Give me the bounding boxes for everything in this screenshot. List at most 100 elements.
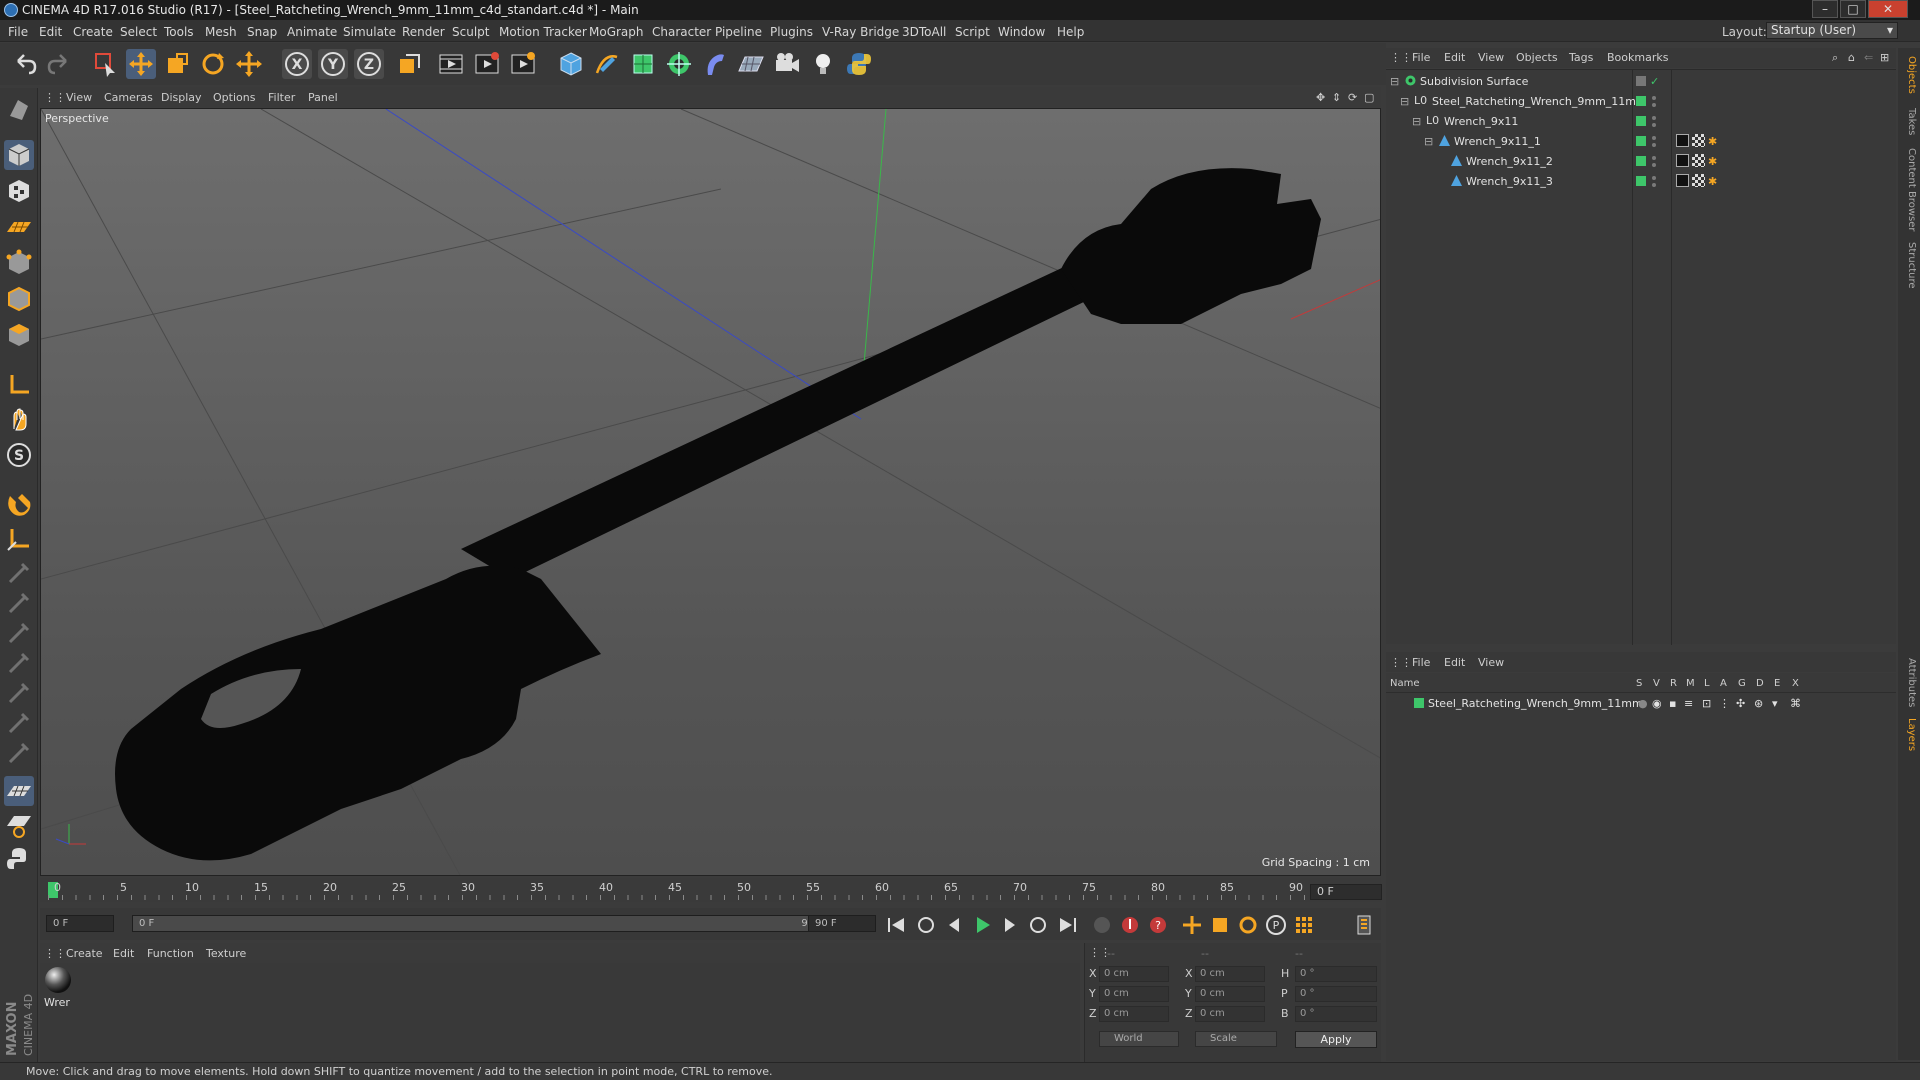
viewport-zoom-icon[interactable]: ⇕ — [1332, 91, 1341, 104]
tab-content-browser[interactable]: Content Browser — [1901, 148, 1917, 231]
python-script-icon[interactable] — [4, 844, 34, 874]
pos-y-field[interactable]: 0 cm — [1099, 986, 1169, 1002]
material-menu-edit[interactable]: Edit — [113, 947, 134, 960]
viewport-menu-cameras[interactable]: Cameras — [104, 91, 153, 104]
coordinate-system-icon[interactable] — [394, 49, 424, 79]
viewport-maximize-icon[interactable]: ▢ — [1364, 91, 1374, 104]
viewport-rotate-icon[interactable]: ⟳ — [1348, 91, 1357, 104]
viewport-menu-panel[interactable]: Panel — [308, 91, 338, 104]
size-x-field[interactable]: 0 cm — [1195, 966, 1265, 982]
layer-row[interactable]: Steel_Ratcheting_Wrench_9mm_11mm ● ◉ ▪ ≡… — [1386, 693, 1896, 713]
drag-handle-icon[interactable]: ⋮⋮ — [44, 91, 66, 104]
home-icon[interactable]: ⌂ — [1848, 51, 1855, 64]
rot-b-field[interactable]: 0 ° — [1295, 1006, 1377, 1022]
layer-color-icon[interactable] — [1636, 176, 1646, 186]
material-tag-icon[interactable] — [1676, 154, 1689, 167]
menu-snap[interactable]: Snap — [247, 25, 277, 39]
tab-attributes[interactable]: Attributes — [1901, 658, 1917, 707]
menu-create[interactable]: Create — [73, 25, 113, 39]
material-preview[interactable] — [45, 967, 71, 993]
tab-objects[interactable]: Objects — [1901, 56, 1917, 94]
render-settings-icon[interactable] — [508, 49, 538, 79]
sculpt-smooth-icon[interactable] — [4, 618, 34, 648]
rot-h-field[interactable]: 0 ° — [1295, 966, 1377, 982]
xref-icon[interactable]: ⌘ — [1790, 697, 1801, 710]
z-axis-icon[interactable]: Z — [354, 49, 384, 79]
next-key-icon[interactable] — [1026, 913, 1050, 937]
workplane-axis-icon[interactable] — [4, 524, 34, 554]
visibility-render-dot[interactable] — [1652, 103, 1656, 107]
previous-frame-icon[interactable] — [942, 913, 966, 937]
coordinate-space-select[interactable]: World — [1099, 1031, 1179, 1047]
sculpt-flatten-icon[interactable] — [4, 678, 34, 708]
objects-menu-objects[interactable]: Objects — [1516, 51, 1558, 64]
sculpt-pinch-icon[interactable] — [4, 648, 34, 678]
x-axis-icon[interactable]: X — [282, 49, 312, 79]
sculpt-layer-icon[interactable] — [4, 810, 34, 840]
pen-icon[interactable] — [592, 49, 622, 79]
start-frame-field[interactable]: 0 F — [46, 915, 114, 932]
minimize-button[interactable]: – — [1812, 0, 1838, 18]
layer-color-icon[interactable] — [1414, 698, 1424, 708]
deformer-icon[interactable]: ⊛ — [1754, 697, 1763, 710]
menu-pipeline[interactable]: Pipeline — [715, 25, 762, 39]
cube-icon[interactable] — [556, 49, 586, 79]
points-mode-icon[interactable] — [4, 248, 34, 278]
visibility-editor-dot[interactable] — [1652, 136, 1656, 140]
menu-3dtoall[interactable]: 3DToAll — [902, 25, 946, 39]
undo-icon[interactable] — [10, 49, 40, 79]
current-frame-field[interactable]: 0 F — [1310, 884, 1382, 900]
go-to-start-icon[interactable] — [884, 913, 908, 937]
solo-icon[interactable]: ● — [1638, 697, 1648, 710]
next-frame-icon[interactable] — [998, 913, 1022, 937]
live-selection-icon[interactable] — [90, 49, 120, 79]
layer-color-icon[interactable] — [1636, 116, 1646, 126]
sculpt-grab-icon[interactable] — [4, 738, 34, 768]
camera-icon[interactable] — [772, 49, 802, 79]
pos-x-field[interactable]: 0 cm — [1099, 966, 1169, 982]
menu-window[interactable]: Window — [998, 25, 1045, 39]
axis-mode-icon[interactable] — [4, 370, 34, 400]
menu-edit[interactable]: Edit — [39, 25, 62, 39]
layers-menu-view[interactable]: View — [1478, 656, 1504, 669]
tab-takes[interactable]: Takes — [1901, 108, 1917, 135]
object-row[interactable]: Wrench_9x11_3 ✱ — [1386, 171, 1896, 191]
wrench-model[interactable] — [115, 168, 1321, 861]
sculpt-grid-icon[interactable] — [4, 776, 34, 806]
new-view-icon[interactable]: ⊞ — [1880, 51, 1889, 64]
key-position-icon[interactable] — [1180, 913, 1204, 937]
keyframe-selection-icon[interactable]: ? — [1146, 913, 1170, 937]
apply-button[interactable]: Apply — [1295, 1031, 1377, 1048]
expression-icon[interactable]: ▾ — [1772, 697, 1778, 710]
light-icon[interactable] — [808, 49, 838, 79]
drag-handle-icon[interactable]: ⋮⋮ — [1390, 656, 1412, 669]
menu-sculpt[interactable]: Sculpt — [452, 25, 489, 39]
objects-menu-tags[interactable]: Tags — [1569, 51, 1593, 64]
material-name[interactable]: Wrer — [44, 996, 70, 1009]
autokey-icon[interactable] — [1118, 913, 1142, 937]
texture-tag-icon[interactable] — [1692, 134, 1705, 147]
texture-tag-icon[interactable] — [1692, 174, 1705, 187]
menu-render[interactable]: Render — [402, 25, 445, 39]
objects-menu-file[interactable]: File — [1412, 51, 1430, 64]
drag-handle-icon[interactable]: ⋮⋮ — [44, 947, 66, 960]
collapse-icon[interactable]: ⊟ — [1424, 135, 1433, 148]
viewport-move-icon[interactable]: ✥ — [1316, 91, 1325, 104]
menu-motion-tracker[interactable]: Motion Tracker — [499, 25, 587, 39]
edges-mode-icon[interactable] — [4, 284, 34, 314]
layout-select[interactable]: Startup (User) ▾ — [1766, 22, 1898, 39]
menu-file[interactable]: File — [8, 25, 28, 39]
snap-icon[interactable]: S — [4, 440, 34, 470]
texture-tag-icon[interactable] — [1692, 154, 1705, 167]
key-scale-icon[interactable] — [1208, 913, 1232, 937]
viewport-menu-display[interactable]: Display — [161, 91, 202, 104]
enabled-check-icon[interactable]: ✓ — [1650, 75, 1659, 88]
menu-tools[interactable]: Tools — [164, 25, 194, 39]
material-menu-texture[interactable]: Texture — [206, 947, 246, 960]
layer-color-icon[interactable] — [1636, 156, 1646, 166]
collapse-icon[interactable]: ⊟ — [1412, 115, 1421, 128]
texture-mode-icon[interactable] — [4, 176, 34, 206]
redo-icon[interactable] — [44, 49, 74, 79]
lock-icon[interactable]: ⊡ — [1702, 697, 1711, 710]
manager-icon[interactable]: ≡ — [1684, 697, 1693, 710]
